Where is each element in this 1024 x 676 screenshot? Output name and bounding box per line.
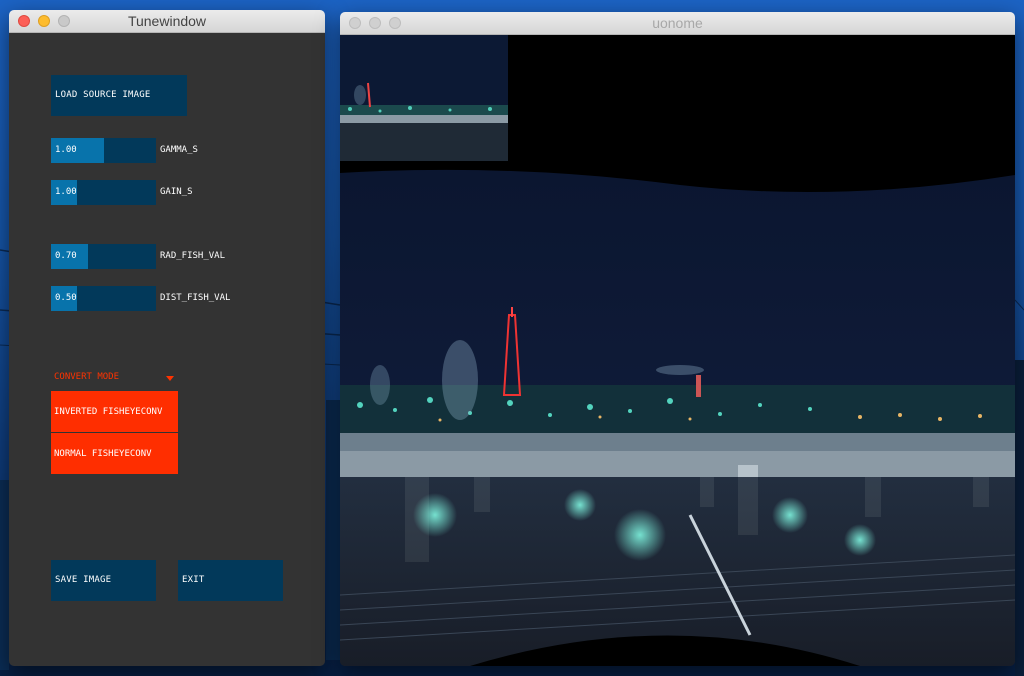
control-panel: LOAD SOURCE IMAGE 1.00 GAMMA_S 1.00 GAIN… bbox=[9, 33, 325, 666]
image-window-titlebar[interactable]: uonome bbox=[340, 12, 1015, 35]
night-industrial-scene-image bbox=[340, 35, 1015, 666]
gain-slider[interactable]: 1.00 bbox=[51, 180, 156, 205]
tune-window-title: Tunewindow bbox=[127, 13, 207, 29]
dist-fish-slider[interactable]: 0.50 bbox=[51, 286, 156, 311]
gain-slider-label: GAIN_S bbox=[160, 187, 193, 197]
rad-fish-slider[interactable]: 0.70 bbox=[51, 244, 156, 269]
rad-fish-slider-label: RAD_FISH_VAL bbox=[160, 251, 226, 261]
rad-fish-slider-value: 0.70 bbox=[55, 251, 77, 261]
image-window: uonome bbox=[340, 12, 1015, 666]
exit-button[interactable]: EXIT bbox=[178, 560, 283, 601]
image-window-title: uonome bbox=[652, 15, 703, 31]
tune-window-titlebar[interactable]: Tunewindow bbox=[9, 10, 325, 33]
normal-fisheye-option[interactable]: NORMAL FISHEYECONV bbox=[51, 433, 178, 474]
load-source-image-button[interactable]: LOAD SOURCE IMAGE bbox=[51, 75, 187, 116]
gamma-slider[interactable]: 1.00 bbox=[51, 138, 156, 163]
tune-window: Tunewindow LOAD SOURCE IMAGE 1.00 GAMMA_… bbox=[9, 10, 325, 666]
gain-slider-value: 1.00 bbox=[55, 187, 77, 197]
gamma-slider-label: GAMMA_S bbox=[160, 145, 198, 155]
dist-fish-slider-value: 0.50 bbox=[55, 293, 77, 303]
chevron-down-icon[interactable] bbox=[166, 376, 174, 381]
gamma-slider-value: 1.00 bbox=[55, 145, 77, 155]
inverted-fisheye-option[interactable]: INVERTED FISHEYECONV bbox=[51, 391, 178, 432]
save-image-button[interactable]: SAVE IMAGE bbox=[51, 560, 156, 601]
dist-fish-slider-label: DIST_FISH_VAL bbox=[160, 293, 231, 303]
converted-image-canvas[interactable] bbox=[340, 35, 1015, 666]
convert-mode-dropdown[interactable]: CONVERT MODE bbox=[54, 370, 119, 384]
